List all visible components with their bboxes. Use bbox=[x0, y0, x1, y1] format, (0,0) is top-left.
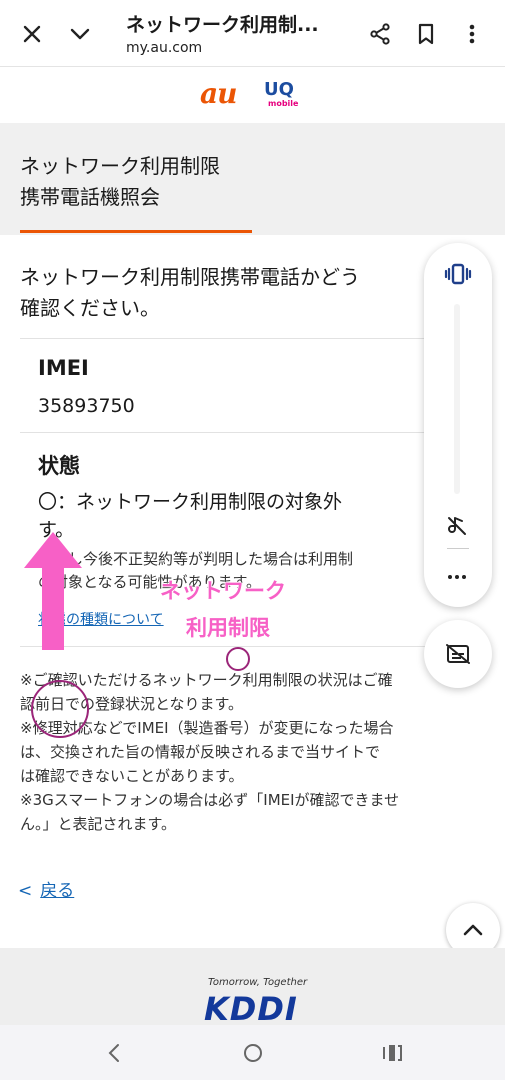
back-link-label[interactable]: 戻る bbox=[40, 881, 74, 901]
nav-home-icon[interactable] bbox=[233, 1035, 273, 1071]
nav-back-icon[interactable] bbox=[94, 1035, 134, 1071]
share-icon[interactable] bbox=[364, 18, 396, 50]
annotation-circle-small bbox=[226, 647, 250, 671]
page-title: ネットワーク利用制... bbox=[126, 14, 319, 36]
annotation-label-line2: 利用制限 bbox=[185, 615, 270, 640]
remarks-text: ※ご確認いただけるネットワーク利用制限の状況はご確 認前日での登録状況となります… bbox=[20, 671, 400, 833]
au-logo[interactable]: au bbox=[200, 77, 237, 110]
chevron-left-icon: < bbox=[18, 881, 33, 901]
captions-off-icon bbox=[446, 644, 470, 664]
uq-mobile-logo-sub: mobile bbox=[268, 99, 299, 108]
more-horizontal-icon[interactable] bbox=[441, 561, 473, 593]
page-heading-line1: ネットワーク利用制限 bbox=[20, 154, 220, 178]
annotation-label-line1: ネットワーク bbox=[159, 578, 286, 603]
chevron-up-icon bbox=[463, 924, 483, 936]
divider bbox=[20, 646, 485, 647]
volume-slider[interactable] bbox=[454, 304, 460, 494]
browser-top-bar: ネットワーク利用制... my.au.com bbox=[0, 0, 505, 67]
divider bbox=[20, 338, 485, 339]
nav-recents-icon[interactable] bbox=[372, 1035, 412, 1071]
imei-label: IMEI bbox=[38, 356, 89, 380]
more-vertical-icon[interactable] bbox=[456, 18, 488, 50]
ring-mute-icon[interactable] bbox=[441, 510, 473, 542]
status-value: 〇：ネットワーク利用制限の対象外 す。 bbox=[38, 491, 343, 541]
page-heading-line2: 携帯電話機照会 bbox=[20, 185, 160, 209]
heading-underline bbox=[20, 230, 252, 233]
back-link[interactable]: < 戻る bbox=[18, 876, 74, 901]
status-label: 状態 bbox=[38, 454, 80, 478]
imei-value: 35893750 bbox=[38, 395, 135, 417]
annotation-circle-large bbox=[31, 680, 89, 738]
brand-header bbox=[0, 67, 505, 123]
page-heading-panel bbox=[0, 123, 505, 235]
imei-redaction bbox=[140, 392, 290, 422]
chevron-down-icon[interactable] bbox=[64, 18, 96, 50]
live-caption-button[interactable] bbox=[424, 620, 492, 688]
uq-mobile-logo[interactable]: UQ bbox=[264, 79, 294, 100]
intro-text: ネットワーク利用制限携帯電話かどう 確認ください。 bbox=[20, 265, 360, 320]
footer-tagline: Tomorrow, Together bbox=[208, 977, 308, 988]
kddi-logo: KDDI bbox=[204, 990, 298, 1028]
annotation-arrow bbox=[18, 528, 88, 654]
divider bbox=[20, 432, 485, 433]
vibrate-icon[interactable] bbox=[442, 258, 474, 290]
bookmark-icon[interactable] bbox=[410, 18, 442, 50]
volume-divider bbox=[447, 548, 469, 549]
page-url: my.au.com bbox=[126, 40, 203, 56]
close-icon[interactable] bbox=[16, 18, 48, 50]
